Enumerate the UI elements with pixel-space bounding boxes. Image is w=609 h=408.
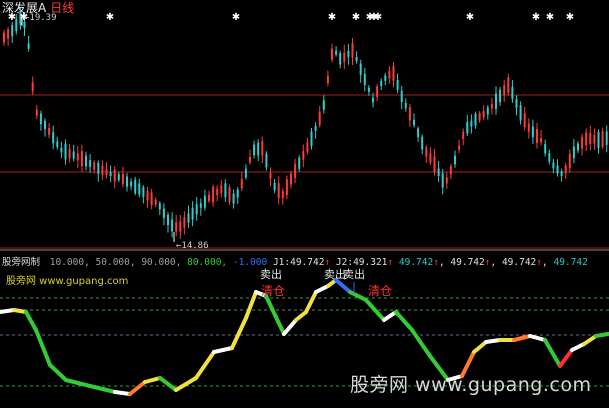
- oscillator-segment: [582, 334, 598, 346]
- oscillator-segment: [230, 316, 248, 350]
- chart-window[interactable]: { "title": { "stock_name": "深发展A", "peri…: [0, 0, 609, 408]
- oscillator-segment: [594, 332, 609, 338]
- oscillator-segment: [528, 334, 547, 342]
- oscillator-segment: [410, 328, 432, 358]
- oscillator-segment: [570, 342, 586, 352]
- oscillator-segment: [282, 318, 298, 336]
- oscillator-segment: [64, 378, 92, 388]
- oscillator-segment: [382, 310, 398, 322]
- oscillator-segment: [88, 384, 117, 394]
- oscillator-segment: [348, 290, 368, 302]
- oscillator-segment: [143, 376, 162, 384]
- oscillator-segment: [194, 350, 216, 380]
- clear-signal-label: 清仓: [261, 284, 286, 298]
- oscillator-segment: [212, 346, 234, 354]
- indicator-panel[interactable]: [0, 0, 609, 408]
- oscillator-segment: [304, 290, 318, 314]
- oscillator-segment: [24, 310, 38, 332]
- oscillator-segment: [484, 338, 502, 344]
- clear-signal-label: 清仓: [368, 284, 393, 298]
- oscillator-segment: [512, 334, 532, 342]
- oscillator-segment: [394, 310, 414, 332]
- oscillator-segment: [0, 308, 16, 314]
- oscillator-segment: [314, 284, 330, 294]
- oscillator-segment: [174, 376, 198, 392]
- oscillator-segment: [128, 380, 147, 396]
- watermark-top: 股旁网 www.gupang.com: [6, 276, 129, 287]
- oscillator-segment: [472, 340, 488, 354]
- oscillator-segment: [244, 290, 258, 320]
- oscillator-segment: [113, 390, 132, 396]
- sell-signal-label: 卖出: [343, 268, 365, 281]
- oscillator-segment: [48, 363, 68, 382]
- oscillator-segment: [158, 376, 178, 392]
- oscillator-segment: [543, 338, 562, 368]
- sell-signal-label: 卖出: [260, 268, 282, 281]
- oscillator-segment: [558, 348, 574, 368]
- oscillator-segment: [264, 294, 286, 336]
- watermark-bottom: 股旁网 www.gupang.com: [350, 374, 592, 396]
